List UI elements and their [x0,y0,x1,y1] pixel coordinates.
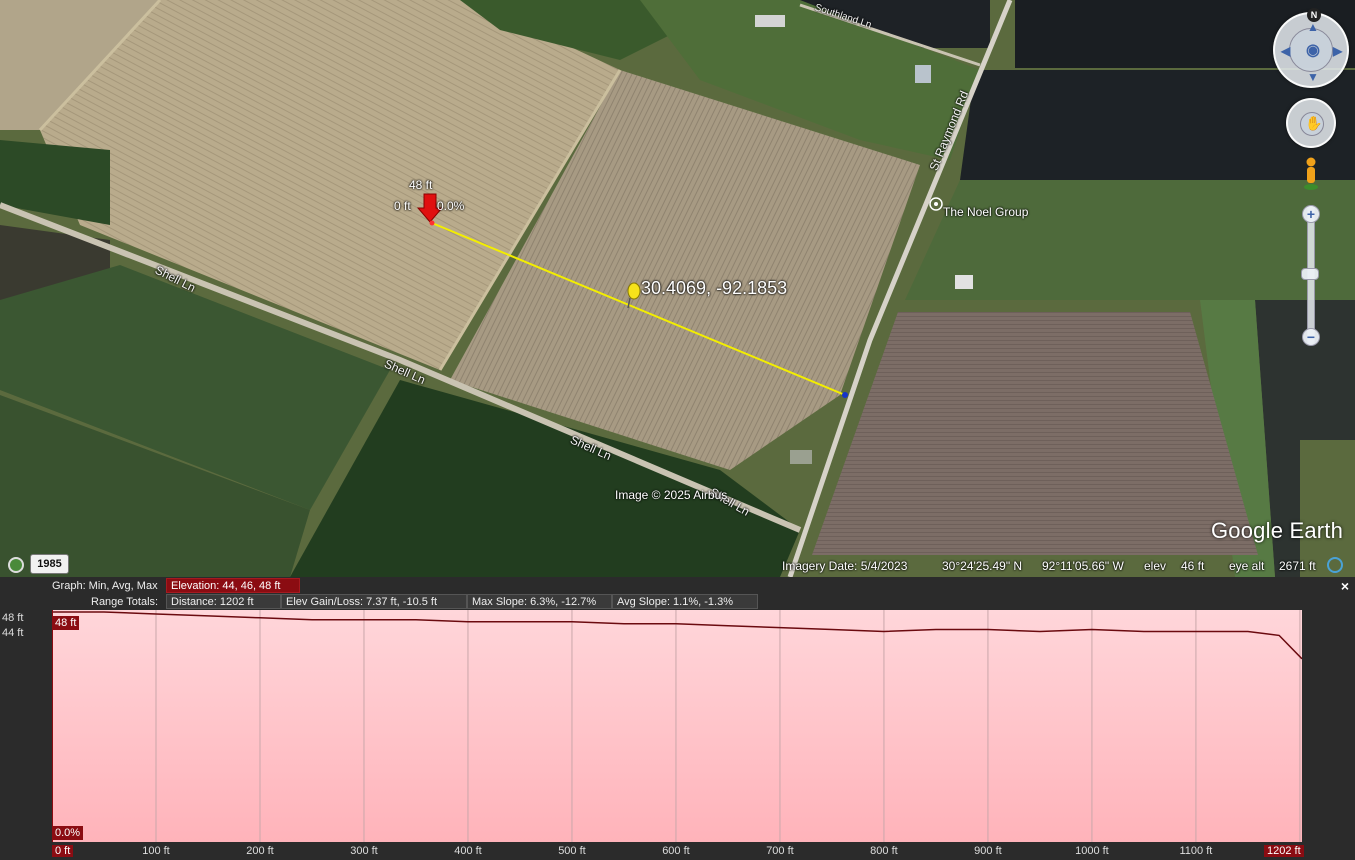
streaming-progress-icon [1327,557,1343,573]
x-tick-label: 900 ft [974,845,1002,857]
x-tick-label: 1202 ft [1264,845,1304,857]
graph-label: Graph: Min, Avg, Max [52,580,158,592]
marker-distance-label: 0 ft [394,199,411,213]
zoom-slider-thumb[interactable] [1301,268,1319,280]
move-navigation-ring[interactable]: ✋ [1286,98,1336,148]
place-label[interactable]: The Noel Group [943,205,1028,219]
close-profile-button[interactable]: × [1338,579,1352,593]
max-slope-stat[interactable]: Max Slope: 6.3%, -12.7% [467,594,612,609]
look-navigation-ring[interactable]: N ◉ ▲ ▼ ◀ ▶ [1273,8,1349,88]
elevation-profile-chart[interactable] [52,610,1302,842]
arrow-right-icon[interactable]: ▶ [1333,44,1342,58]
arrow-up-icon[interactable]: ▲ [1307,20,1319,34]
eye-icon: ◉ [1306,42,1320,59]
path-endpoint[interactable] [842,392,848,398]
hand-icon: ✋ [1305,115,1323,131]
zoom-out-button[interactable]: − [1302,328,1320,346]
imagery-copyright: Image © 2025 Airbus [615,488,728,502]
latitude-readout: 30°24'25.49" N [942,559,1023,573]
eye-altitude-readout: 2671 ft [1279,559,1316,573]
x-tick-label: 1000 ft [1075,845,1109,857]
x-tick-label: 300 ft [350,845,378,857]
chart-plot-area [52,610,1302,842]
cursor-elevation-tag: 48 ft [52,616,80,630]
street-view-pegman-icon[interactable] [1302,156,1320,192]
pushpin-coordinate-label[interactable]: 30.4069, -92.1853 [641,278,787,299]
x-tick-label: 200 ft [246,845,274,857]
x-tick-label: 1100 ft [1179,845,1213,857]
longitude-readout: 92°11'05.66" W [1042,559,1124,573]
avg-slope-stat[interactable]: Avg Slope: 1.1%, -1.3% [612,594,758,609]
status-bar: Imagery Date: 5/4/2023 30°24'25.49" N 92… [0,555,1355,577]
elevation-label: elev [1144,559,1167,573]
distance-stat[interactable]: Distance: 1202 ft [166,594,281,609]
x-tick-label: 100 ft [142,845,170,857]
marker-slope-label: 0.0% [437,199,465,213]
x-tick-label: 500 ft [558,845,586,857]
arrow-down-icon[interactable]: ▼ [1307,70,1319,84]
arrow-left-icon[interactable]: ◀ [1281,44,1290,58]
range-totals-label: Range Totals: [91,596,159,608]
cursor-slope-tag: 0.0% [52,826,84,840]
x-tick-label: 0 ft [52,845,74,857]
google-earth-logo: Google Earth [1211,518,1344,543]
zoom-in-button[interactable]: + [1302,205,1320,223]
elev-gain-loss-stat[interactable]: Elev Gain/Loss: 7.37 ft, -10.5 ft [281,594,467,609]
elevation-profile-panel: × Graph: Min, Avg, Max Elevation: 44, 46… [0,577,1355,860]
eye-altitude-label: eye alt [1229,559,1265,573]
x-tick-label: 600 ft [662,845,690,857]
x-tick-label: 700 ft [766,845,794,857]
marker-elevation-label: 48 ft [409,178,433,192]
imagery-date: Imagery Date: 5/4/2023 [782,559,908,573]
elevation-readout: 46 ft [1181,559,1205,573]
y-axis-max-label: 48 ft [2,612,24,624]
map-view[interactable]: 48 ft 0 ft 0.0% 30.4069, -92.1853 The No… [0,0,1355,577]
x-tick-label: 400 ft [454,845,482,857]
y-axis-min-label: 44 ft [2,627,24,639]
x-tick-label: 800 ft [870,845,898,857]
elevation-stat[interactable]: Elevation: 44, 46, 48 ft [166,578,300,593]
